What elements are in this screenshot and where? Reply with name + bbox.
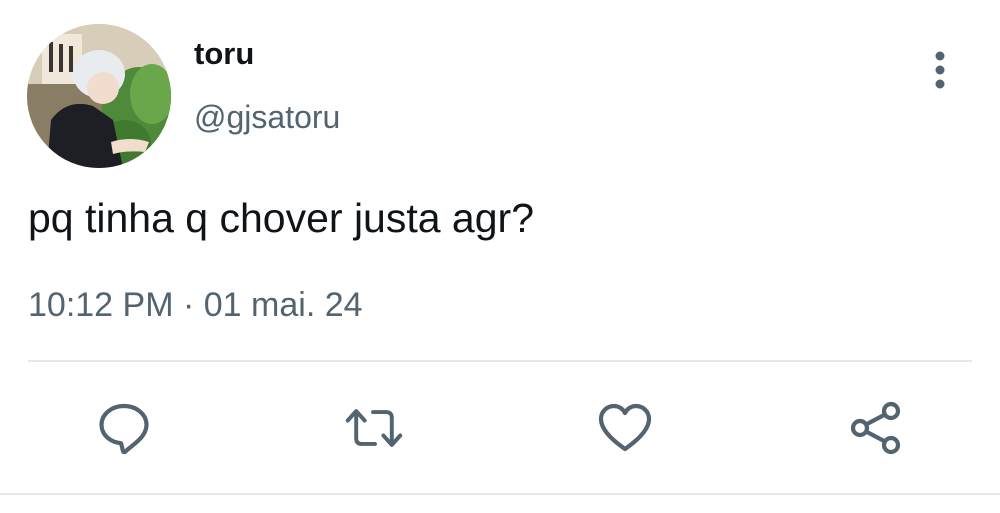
tweet-time: 10:12 PM xyxy=(28,286,174,324)
tweet-date: 01 mai. 24 xyxy=(203,286,363,324)
avatar-image xyxy=(27,24,171,168)
like-button[interactable] xyxy=(595,398,655,458)
divider xyxy=(0,493,1000,495)
more-vertical-icon xyxy=(935,51,945,89)
avatar[interactable] xyxy=(27,24,171,168)
reply-icon xyxy=(99,403,149,455)
share-icon xyxy=(850,401,901,455)
retweet-button[interactable] xyxy=(344,398,404,458)
reply-button[interactable] xyxy=(94,398,154,458)
user-handle[interactable]: @gjsatoru xyxy=(194,101,340,133)
heart-icon xyxy=(598,403,652,452)
display-name[interactable]: toru xyxy=(194,38,254,69)
divider xyxy=(28,360,972,362)
retweet-icon xyxy=(345,409,403,447)
meta-separator: · xyxy=(182,286,195,324)
tweet-text: pq tinha q chover justa agr? xyxy=(28,195,534,241)
more-options-button[interactable] xyxy=(922,46,958,94)
share-button[interactable] xyxy=(846,398,906,458)
tweet-timestamp[interactable]: 10:12 PM · 01 mai. 24 xyxy=(28,288,363,322)
tweet-card: toru @gjsatoru pq tinha q chover justa a… xyxy=(0,0,1000,513)
